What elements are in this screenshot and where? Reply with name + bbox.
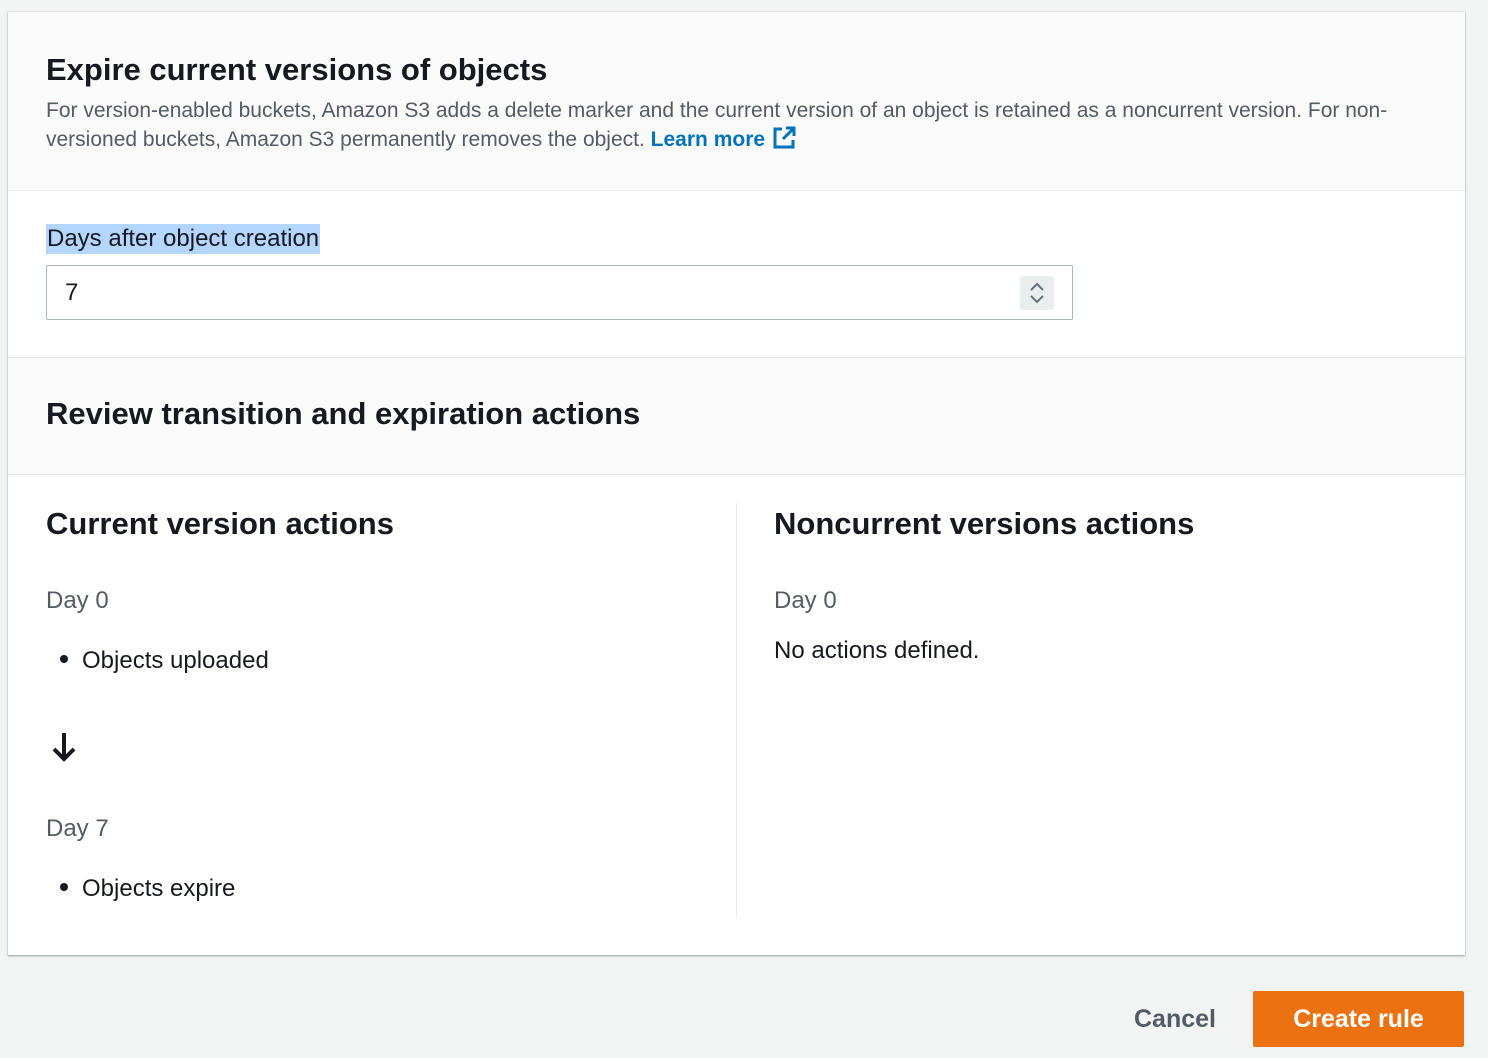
expire-section-title: Expire current versions of objects: [46, 52, 548, 87]
create-rule-button[interactable]: Create rule: [1253, 991, 1464, 1047]
current-day-end-label: Day 7: [46, 815, 109, 842]
number-stepper[interactable]: [1020, 276, 1054, 310]
arrow-down-icon: [52, 733, 76, 762]
noncurrent-versions-actions: Noncurrent versions actions Day 0 No act…: [774, 503, 1434, 919]
lifecycle-rule-panel: Expire current versions of objects For v…: [8, 12, 1465, 955]
noncurrent-day-start-label: Day 0: [774, 587, 837, 614]
current-end-action: Objects expire: [60, 875, 235, 903]
days-after-creation-input[interactable]: 7: [46, 265, 1073, 320]
noncurrent-no-actions-message: No actions defined.: [774, 637, 980, 664]
review-section-title: Review transition and expiration actions: [46, 396, 641, 431]
current-day-start-label: Day 0: [46, 587, 109, 614]
learn-more-label: Learn more: [650, 128, 766, 151]
noncurrent-actions-title: Noncurrent versions actions: [774, 506, 1195, 541]
expire-section-header: Expire current versions of objects For v…: [8, 12, 1465, 191]
column-divider: [736, 503, 737, 918]
expire-section-description: For version-enabled buckets, Amazon S3 a…: [46, 96, 1426, 154]
current-start-action: Objects uploaded: [60, 647, 269, 675]
days-input-value: 7: [65, 279, 79, 306]
cancel-button[interactable]: Cancel: [1115, 992, 1235, 1046]
stepper-chevrons-icon: [1030, 282, 1044, 304]
days-after-creation-label: Days after object creation: [46, 224, 321, 254]
current-version-actions: Current version actions Day 0 Objects up…: [46, 503, 736, 919]
current-actions-title: Current version actions: [46, 506, 394, 541]
learn-more-link[interactable]: Learn more: [650, 126, 797, 151]
external-link-icon: [773, 126, 796, 149]
review-section-header: Review transition and expiration actions: [8, 357, 1465, 475]
